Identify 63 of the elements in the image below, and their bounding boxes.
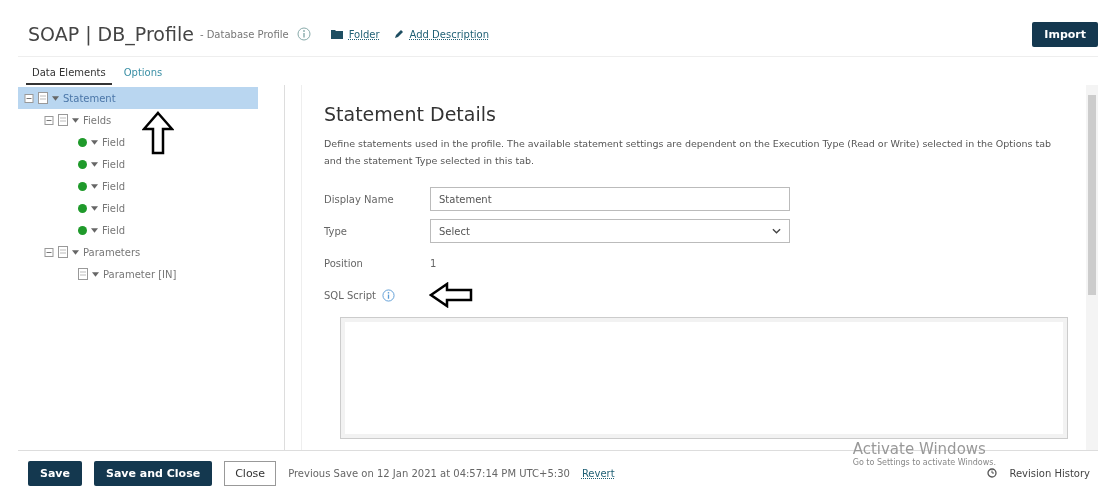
profile-type-label: - Database Profile: [199, 28, 289, 40]
section-heading: Statement Details: [324, 103, 497, 125]
tree-item[interactable]: Field: [18, 131, 258, 153]
tree-item[interactable]: Field: [18, 153, 258, 175]
position-value: 1: [430, 257, 437, 269]
display-name-field[interactable]: Statement: [430, 187, 790, 211]
caret-icon: [92, 271, 99, 277]
type-dropdown[interactable]: Select: [430, 219, 790, 243]
info-icon[interactable]: [296, 27, 311, 41]
folder-icon: [330, 29, 343, 39]
field-label: Position: [324, 257, 364, 269]
document-icon: [58, 246, 68, 258]
status-dot-icon: [78, 137, 87, 147]
caret-icon: [91, 161, 98, 167]
caret-icon: [72, 117, 79, 123]
profile-title: SOAP | DB_Profile: [28, 23, 194, 45]
collapse-icon[interactable]: [44, 247, 54, 257]
collapse-icon[interactable]: [24, 93, 34, 103]
activation-notice-text: Go to Settings to activate Windows.: [852, 458, 996, 467]
status-dot-icon: [78, 203, 87, 213]
history-icon: [987, 468, 998, 478]
up-arrow-drawing: [142, 111, 174, 155]
activation-notice-title: Activate Windows: [852, 440, 987, 458]
import-button[interactable]: Import: [1032, 21, 1098, 47]
document-icon: [38, 92, 48, 104]
folder-link[interactable]: Folder: [348, 28, 380, 40]
caret-icon: [91, 205, 98, 211]
pencil-icon: [393, 29, 404, 39]
document-icon: [78, 268, 88, 280]
field-label: Type: [324, 225, 348, 237]
tree-item[interactable]: Field: [18, 197, 258, 219]
caret-icon: [91, 183, 98, 189]
save-button[interactable]: Save: [28, 460, 82, 486]
chevron-down-icon: [772, 228, 781, 234]
tab[interactable]: Options: [117, 63, 169, 85]
status-dot-icon: [78, 159, 87, 169]
scrollbar[interactable]: [1086, 85, 1098, 450]
tree-item[interactable]: Parameters: [18, 241, 258, 263]
field-label: Display Name: [324, 193, 395, 205]
tree-item[interactable]: Parameter [IN]: [18, 263, 258, 285]
tree-item[interactable]: Fields: [18, 109, 258, 131]
tree-item[interactable]: Field: [18, 219, 258, 241]
tab[interactable]: Data Elements: [26, 63, 112, 85]
document-icon: [58, 114, 68, 126]
description-text: Define statements used in the profile. The available statement settings are dependent on the Execution Type (Read or Write) selected in the Options tab and the statement Type selected in this tab.: [324, 137, 1053, 168]
sql-script-field[interactable]: [340, 317, 1068, 439]
caret-icon: [91, 139, 98, 145]
revert-link[interactable]: Revert: [581, 467, 615, 479]
left-arrow-drawing: [429, 282, 473, 308]
save-and-close-button[interactable]: Save and Close: [94, 460, 213, 486]
revision-history-link[interactable]: Revision History: [1009, 467, 1090, 479]
field-label: SQL Script: [324, 289, 376, 301]
caret-icon: [91, 227, 98, 233]
caret-icon: [52, 95, 59, 101]
tree-item[interactable]: Field: [18, 175, 258, 197]
status-dot-icon: [78, 225, 87, 235]
collapse-icon[interactable]: [44, 115, 54, 125]
previous-save-text: Previous Save on 12 Jan 2021 at 04:57:14 PM UTC+5:30: [288, 467, 570, 479]
close-button[interactable]: Close: [224, 460, 277, 486]
status-dot-icon: [78, 181, 87, 191]
add-description-link[interactable]: Add Description: [409, 28, 490, 40]
caret-icon: [72, 249, 79, 255]
info-icon[interactable]: [382, 288, 395, 302]
